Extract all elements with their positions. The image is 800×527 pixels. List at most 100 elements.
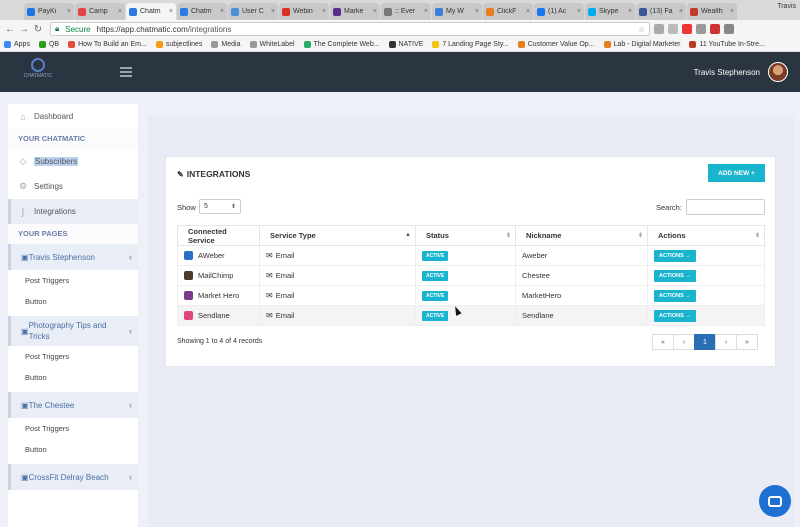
forward-icon[interactable]: → xyxy=(18,24,30,35)
close-icon[interactable]: × xyxy=(169,8,173,15)
bookmark-item[interactable]: subjectlines xyxy=(155,41,202,48)
column-header-service-type[interactable]: Service Type ▲ xyxy=(259,225,416,246)
sidebar-page-the-chestee[interactable]: ▣ The Chestee ‹ xyxy=(8,392,138,418)
browser-tab[interactable]: Marke × xyxy=(330,3,380,20)
close-icon[interactable]: × xyxy=(730,8,734,15)
extension-icon[interactable] xyxy=(710,24,720,34)
close-icon[interactable]: × xyxy=(526,8,530,15)
bookmark-item[interactable]: How To Build an Em... xyxy=(68,41,147,48)
close-icon[interactable]: × xyxy=(679,8,683,15)
add-new-button[interactable]: ADD NEW + xyxy=(708,164,765,182)
extension-icon[interactable] xyxy=(724,24,734,34)
last-page-button[interactable]: » xyxy=(736,334,758,350)
cell-status: ACTIVE xyxy=(415,265,516,286)
back-icon[interactable]: ← xyxy=(4,24,16,35)
browser-profile-name[interactable]: Travis xyxy=(777,3,796,10)
user-name[interactable]: Travis Stephenson xyxy=(694,68,760,77)
chevron-left-icon[interactable]: ‹ xyxy=(129,326,132,336)
extension-icon[interactable] xyxy=(682,24,692,34)
close-icon[interactable]: × xyxy=(577,8,581,15)
sidebar-item-settings[interactable]: ⚙ Settings xyxy=(8,174,138,199)
browser-tab[interactable]: Chatm × xyxy=(126,3,176,20)
table-row[interactable]: MailChimp ✉ Email ACTIVE Chestee ACTIONS → xyxy=(177,265,765,286)
close-icon[interactable]: × xyxy=(118,8,122,15)
bookmark-item[interactable]: QB xyxy=(38,41,59,48)
column-header-status[interactable]: Status ⬍ xyxy=(415,225,516,246)
avatar[interactable] xyxy=(768,62,788,82)
extension-icon[interactable] xyxy=(654,24,664,34)
favicon-icon xyxy=(129,7,137,16)
bookmark-item[interactable]: Customer Value Op... xyxy=(517,41,595,48)
chevron-left-icon[interactable]: ‹ xyxy=(129,400,132,410)
table-row[interactable]: Sendlane ✉ Email ACTIVE Sendlane ACTIONS → xyxy=(177,305,765,326)
column-header-connected-service[interactable]: Connected Service xyxy=(177,225,260,246)
table-row[interactable]: AWeber ✉ Email ACTIVE Aweber ACTIONS → xyxy=(177,245,765,266)
close-icon[interactable]: × xyxy=(220,8,224,15)
favicon-icon xyxy=(690,7,698,16)
bookmark-item[interactable]: Apps xyxy=(4,41,30,48)
extension-icon[interactable] xyxy=(668,24,678,34)
close-icon[interactable]: × xyxy=(475,8,479,15)
browser-tab[interactable]: ClickF × xyxy=(483,3,533,20)
browser-tab[interactable]: Webin × xyxy=(279,3,329,20)
bookmark-item[interactable]: Lab - Digital Marketer xyxy=(603,41,680,48)
page-button[interactable]: 1 xyxy=(694,334,716,350)
sidebar-item-subscribers[interactable]: ◇ Subscribers xyxy=(8,149,138,174)
sidebar-item-dashboard[interactable]: ⌂ Dashboard xyxy=(8,104,138,129)
bookmark-item[interactable]: 11 YouTube In-Stre... xyxy=(689,41,765,48)
search-input[interactable] xyxy=(686,199,765,215)
actions-button[interactable]: ACTIONS → xyxy=(654,289,696,302)
sidebar-page-photography-tips[interactable]: ▣ Photography Tips and Tricks ‹ xyxy=(8,316,138,346)
bookmark-item[interactable]: NATIVE xyxy=(388,41,423,48)
close-icon[interactable]: × xyxy=(424,8,428,15)
actions-button[interactable]: ACTIONS → xyxy=(654,269,696,282)
sidebar-subitem-button[interactable]: Button xyxy=(8,439,138,460)
browser-tab[interactable]: Wealth × xyxy=(687,3,737,20)
bookmark-item[interactable]: WhiteLabel xyxy=(249,41,295,48)
app-logo[interactable]: CHATMATIC xyxy=(20,58,56,86)
bookmark-item[interactable]: The Complete Web... xyxy=(303,41,380,48)
browser-tab[interactable]: User C × xyxy=(228,3,278,20)
close-icon[interactable]: × xyxy=(67,8,71,15)
extension-icon[interactable] xyxy=(696,24,706,34)
close-icon[interactable]: × xyxy=(373,8,377,15)
column-header-nickname[interactable]: Nickname ⬍ xyxy=(515,225,648,246)
table-row[interactable]: Market Hero ✉ Email ACTIVE MarketHero ACTIONS… xyxy=(177,285,765,306)
bookmark-item[interactable]: 7 Landing Page Sty... xyxy=(432,41,509,48)
sidebar-subitem-post-triggers[interactable]: Post Triggers xyxy=(8,418,138,439)
actions-button[interactable]: ACTIONS → xyxy=(654,249,696,262)
sidebar-page-travis-stephenson[interactable]: ▣ Travis Stephenson ‹ xyxy=(8,244,138,270)
column-header-actions[interactable]: Actions ⬍ xyxy=(647,225,765,246)
sidebar-subitem-post-triggers[interactable]: Post Triggers xyxy=(8,346,138,367)
browser-tab[interactable]: PayKi × xyxy=(24,3,74,20)
browser-tab[interactable]: Camp × xyxy=(75,3,125,20)
chat-widget-button[interactable] xyxy=(759,485,791,517)
sidebar-subitem-button[interactable]: Button xyxy=(8,367,138,388)
menu-toggle-icon[interactable] xyxy=(120,67,132,77)
prev-page-button[interactable]: ‹ xyxy=(673,334,695,350)
reload-icon[interactable]: ↻ xyxy=(32,24,44,35)
close-icon[interactable]: × xyxy=(628,8,632,15)
bookmark-star-icon[interactable]: ☆ xyxy=(638,25,645,34)
close-icon[interactable]: × xyxy=(322,8,326,15)
lock-icon: 🔒︎ xyxy=(55,24,60,33)
sidebar-page-crossfit-delray[interactable]: ▣ CrossFit Delray Beach ‹ xyxy=(8,464,138,490)
browser-tab[interactable]: Chatm × xyxy=(177,3,227,20)
close-icon[interactable]: × xyxy=(271,8,275,15)
page-size-select[interactable]: 5 ⬍ xyxy=(199,199,241,214)
sidebar-subitem-button[interactable]: Button xyxy=(8,291,138,312)
bookmark-item[interactable]: Media xyxy=(211,41,241,48)
first-page-button[interactable]: « xyxy=(652,334,674,350)
browser-tab[interactable]: (13) Fa × xyxy=(636,3,686,20)
sidebar-item-integrations[interactable]: ∫ Integrations xyxy=(8,199,138,224)
chevron-left-icon[interactable]: ‹ xyxy=(129,252,132,262)
browser-tab[interactable]: :: Ever × xyxy=(381,3,431,20)
browser-tab[interactable]: (1) Ac × xyxy=(534,3,584,20)
chevron-left-icon[interactable]: ‹ xyxy=(129,472,132,482)
url-field[interactable]: 🔒︎ Secure https://app.chatmatic.com/inte… xyxy=(50,22,650,36)
actions-button[interactable]: ACTIONS → xyxy=(654,309,696,322)
browser-tab[interactable]: Skype × xyxy=(585,3,635,20)
browser-tab[interactable]: My W × xyxy=(432,3,482,20)
sidebar-subitem-post-triggers[interactable]: Post Triggers xyxy=(8,270,138,291)
next-page-button[interactable]: › xyxy=(715,334,737,350)
